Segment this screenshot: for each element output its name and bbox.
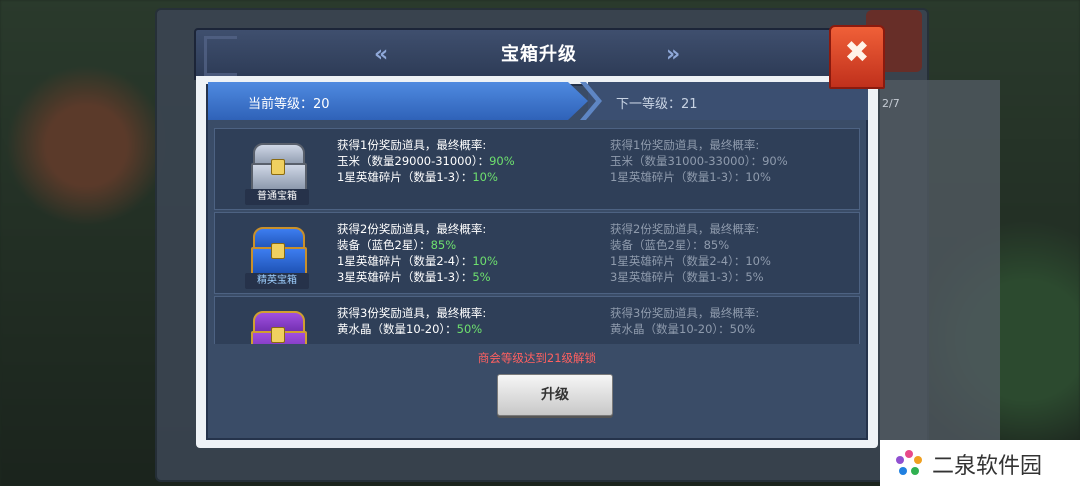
close-button[interactable]: ✖ bbox=[829, 25, 885, 89]
pinwheel-logo-icon bbox=[896, 450, 922, 475]
background-side-panel bbox=[880, 80, 1000, 450]
chest-label: 普通宝箱 bbox=[245, 189, 309, 205]
level-bar: 当前等级：20 下一等级：21 bbox=[208, 82, 868, 120]
close-icon: ✖ bbox=[844, 35, 870, 70]
list-item: 获得3份奖励道具，最终概率: 黄水晶（数量10-20）：50% 获得3份奖励道具… bbox=[214, 296, 860, 344]
background-page-indicator: 2/7 bbox=[882, 97, 900, 110]
dialog-title: 宝箱升级 bbox=[501, 44, 577, 65]
next-rewards: 获得2份奖励道具，最终概率: 装备（蓝色2星）：85% 1星英雄碎片（数量2-4… bbox=[610, 222, 771, 284]
current-level-text: 当前等级：20 bbox=[248, 97, 330, 112]
title-bar: « 宝箱升级 » bbox=[194, 28, 884, 80]
current-rewards: 获得3份奖励道具，最终概率: 黄水晶（数量10-20）：50% bbox=[337, 306, 487, 336]
watermark: 二泉软件园 bbox=[880, 440, 1080, 486]
watermark-text: 二泉软件园 bbox=[932, 454, 1043, 479]
chest-upgrade-dialog: « 宝箱升级 » 当前等级：20 下一等级：21 普通宝箱 获得1份奖励道具，最… bbox=[194, 28, 884, 448]
current-rewards: 获得2份奖励道具，最终概率: 装备（蓝色2星）：85% 1星英雄碎片（数量2-4… bbox=[337, 222, 498, 284]
next-arrow-icon[interactable]: » bbox=[666, 42, 680, 67]
current-rewards: 获得1份奖励道具，最终概率: 玉米（数量29000-31000）：90% 1星英… bbox=[337, 138, 515, 184]
list-item: 普通宝箱 获得1份奖励道具，最终概率: 玉米（数量29000-31000）：90… bbox=[214, 128, 860, 210]
next-rewards: 获得3份奖励道具，最终概率: 黄水晶（数量10-20）：50% bbox=[610, 306, 760, 336]
normal-chest-icon: 普通宝箱 bbox=[245, 139, 309, 205]
chest-list[interactable]: 普通宝箱 获得1份奖励道具，最终概率: 玉米（数量29000-31000）：90… bbox=[214, 128, 860, 344]
upgrade-button[interactable]: 升级 bbox=[497, 374, 613, 416]
next-rewards: 获得1份奖励道具，最终概率: 玉米（数量31000-33000）：90% 1星英… bbox=[610, 138, 788, 184]
elite-chest-icon: 精英宝箱 bbox=[245, 223, 309, 289]
chest-label: 精英宝箱 bbox=[245, 273, 309, 289]
next-level-text: 下一等级：21 bbox=[616, 97, 698, 112]
unlock-requirement: 商会等级达到21级解锁 bbox=[477, 351, 597, 365]
list-item: 精英宝箱 获得2份奖励道具，最终概率: 装备（蓝色2星）：85% 1星英雄碎片（… bbox=[214, 212, 860, 294]
epic-chest-icon bbox=[245, 307, 309, 344]
